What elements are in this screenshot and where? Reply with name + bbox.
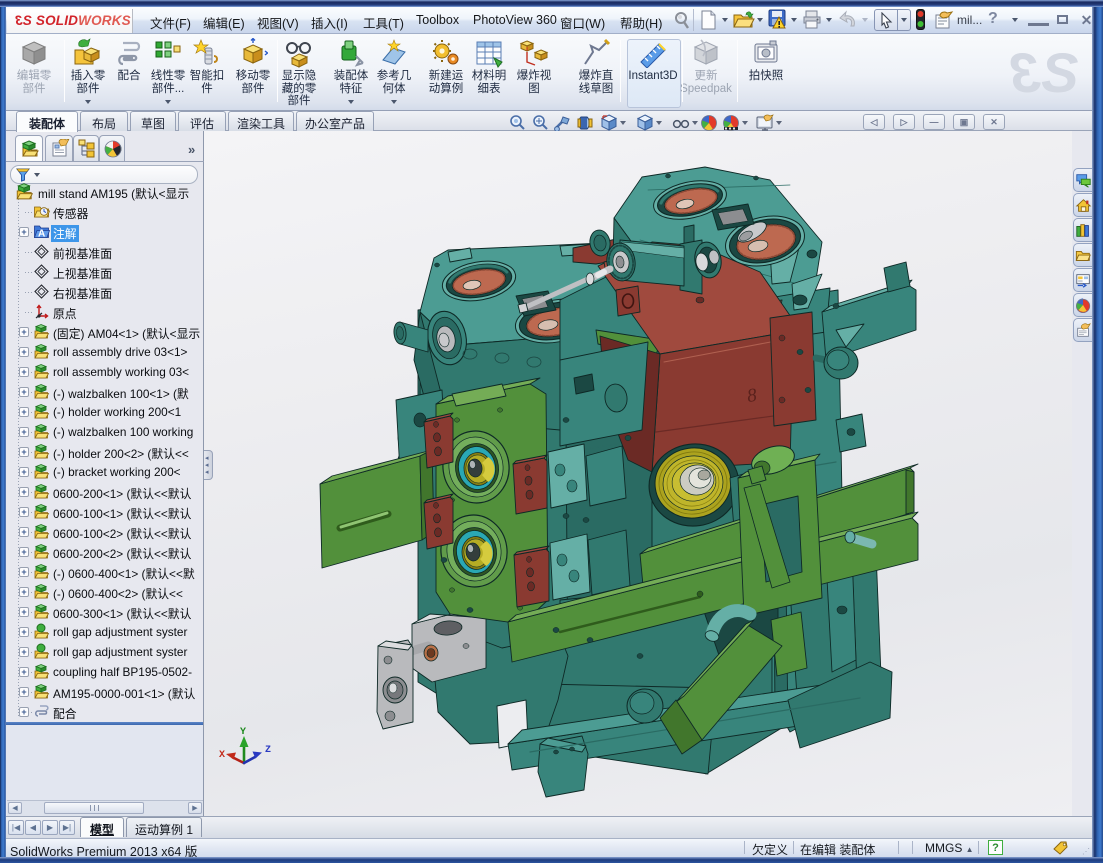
svg-text:Y: Y <box>240 727 246 738</box>
svg-text:X: X <box>219 750 225 761</box>
svg-text:A: A <box>38 229 45 240</box>
svg-text:Z: Z <box>265 745 271 756</box>
